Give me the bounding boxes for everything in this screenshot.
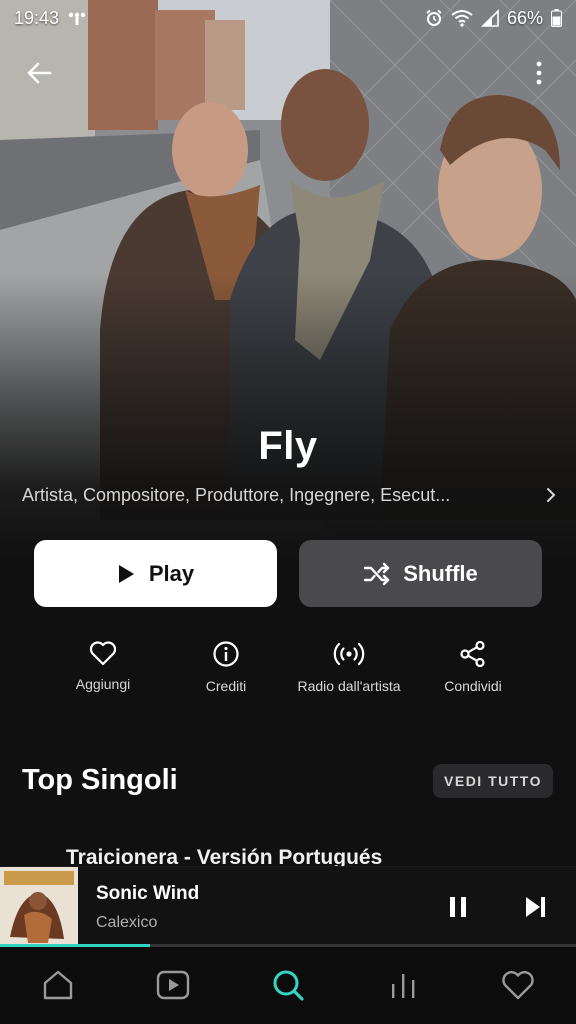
share-icon: [460, 640, 485, 668]
share-label: Condividi: [444, 678, 502, 694]
play-button-label: Play: [148, 560, 195, 586]
more-options-button[interactable]: [522, 56, 556, 90]
album-artwork: [0, 867, 78, 947]
shuffle-button[interactable]: Shuffle: [299, 540, 542, 607]
play-button[interactable]: Play: [34, 540, 277, 607]
more-vertical-icon: [536, 61, 542, 85]
signal-icon: [481, 9, 499, 27]
artist-radio-label: Radio dall'artista: [297, 678, 401, 694]
status-bar: 19:43 66%: [0, 0, 576, 36]
shuffle-button-label: Shuffle: [403, 560, 478, 586]
artist-radio-button[interactable]: Radio dall'artista: [284, 640, 414, 694]
heart-outline-icon: [89, 641, 117, 666]
nav-videos[interactable]: [151, 965, 195, 1005]
pause-button[interactable]: [440, 889, 476, 925]
shuffle-icon: [364, 562, 390, 585]
heart-icon: [502, 971, 534, 1000]
top-singles-title: Top Singoli: [22, 764, 178, 796]
nav-home[interactable]: [36, 965, 80, 1005]
pause-icon: [450, 897, 466, 917]
add-to-favorites-label: Aggiungi: [75, 676, 131, 692]
battery-icon: [551, 9, 562, 27]
top-navigation: [0, 48, 576, 96]
nav-charts[interactable]: [381, 965, 425, 1005]
search-icon: [273, 970, 304, 1001]
videos-icon: [156, 970, 190, 1000]
credits-button[interactable]: Crediti: [161, 640, 291, 694]
radio-icon: [333, 642, 365, 666]
home-icon: [43, 970, 73, 1000]
next-track-button[interactable]: [518, 889, 554, 925]
notification-icon: [67, 11, 87, 25]
mini-player[interactable]: Sonic Wind Calexico: [0, 866, 576, 947]
back-button[interactable]: [22, 56, 56, 90]
artist-actions: Aggiungi Crediti Radio dall'artista Cond…: [0, 640, 576, 700]
now-playing-title: Sonic Wind: [96, 883, 200, 904]
bottom-navigation: [0, 947, 576, 1024]
play-icon: [118, 564, 134, 583]
wifi-icon: [451, 9, 473, 27]
add-to-favorites-button[interactable]: Aggiungi: [38, 640, 168, 692]
now-playing-artist: Calexico: [96, 914, 158, 931]
nav-search[interactable]: [266, 965, 310, 1005]
credits-label: Crediti: [205, 678, 247, 694]
see-all-button[interactable]: VEDI TUTTO: [433, 764, 553, 798]
chevron-right-icon: [547, 488, 556, 502]
hero-gradient-overlay: [0, 0, 576, 720]
skip-next-icon: [526, 897, 545, 917]
battery-level: 66%: [506, 7, 543, 28]
artist-roles: Artista, Compositore, Produttore, Ingegn…: [22, 484, 451, 505]
charts-icon: [392, 974, 415, 998]
artist-roles-link[interactable]: Artista, Compositore, Produttore, Ingegn…: [22, 480, 556, 510]
alarm-icon: [425, 9, 443, 27]
nav-my-collection[interactable]: [496, 965, 540, 1005]
arrow-left-icon: [27, 62, 52, 84]
info-icon: [213, 641, 239, 667]
share-button[interactable]: Condividi: [408, 640, 538, 694]
status-time: 19:43: [14, 7, 60, 28]
artist-name: Fly: [258, 424, 318, 468]
